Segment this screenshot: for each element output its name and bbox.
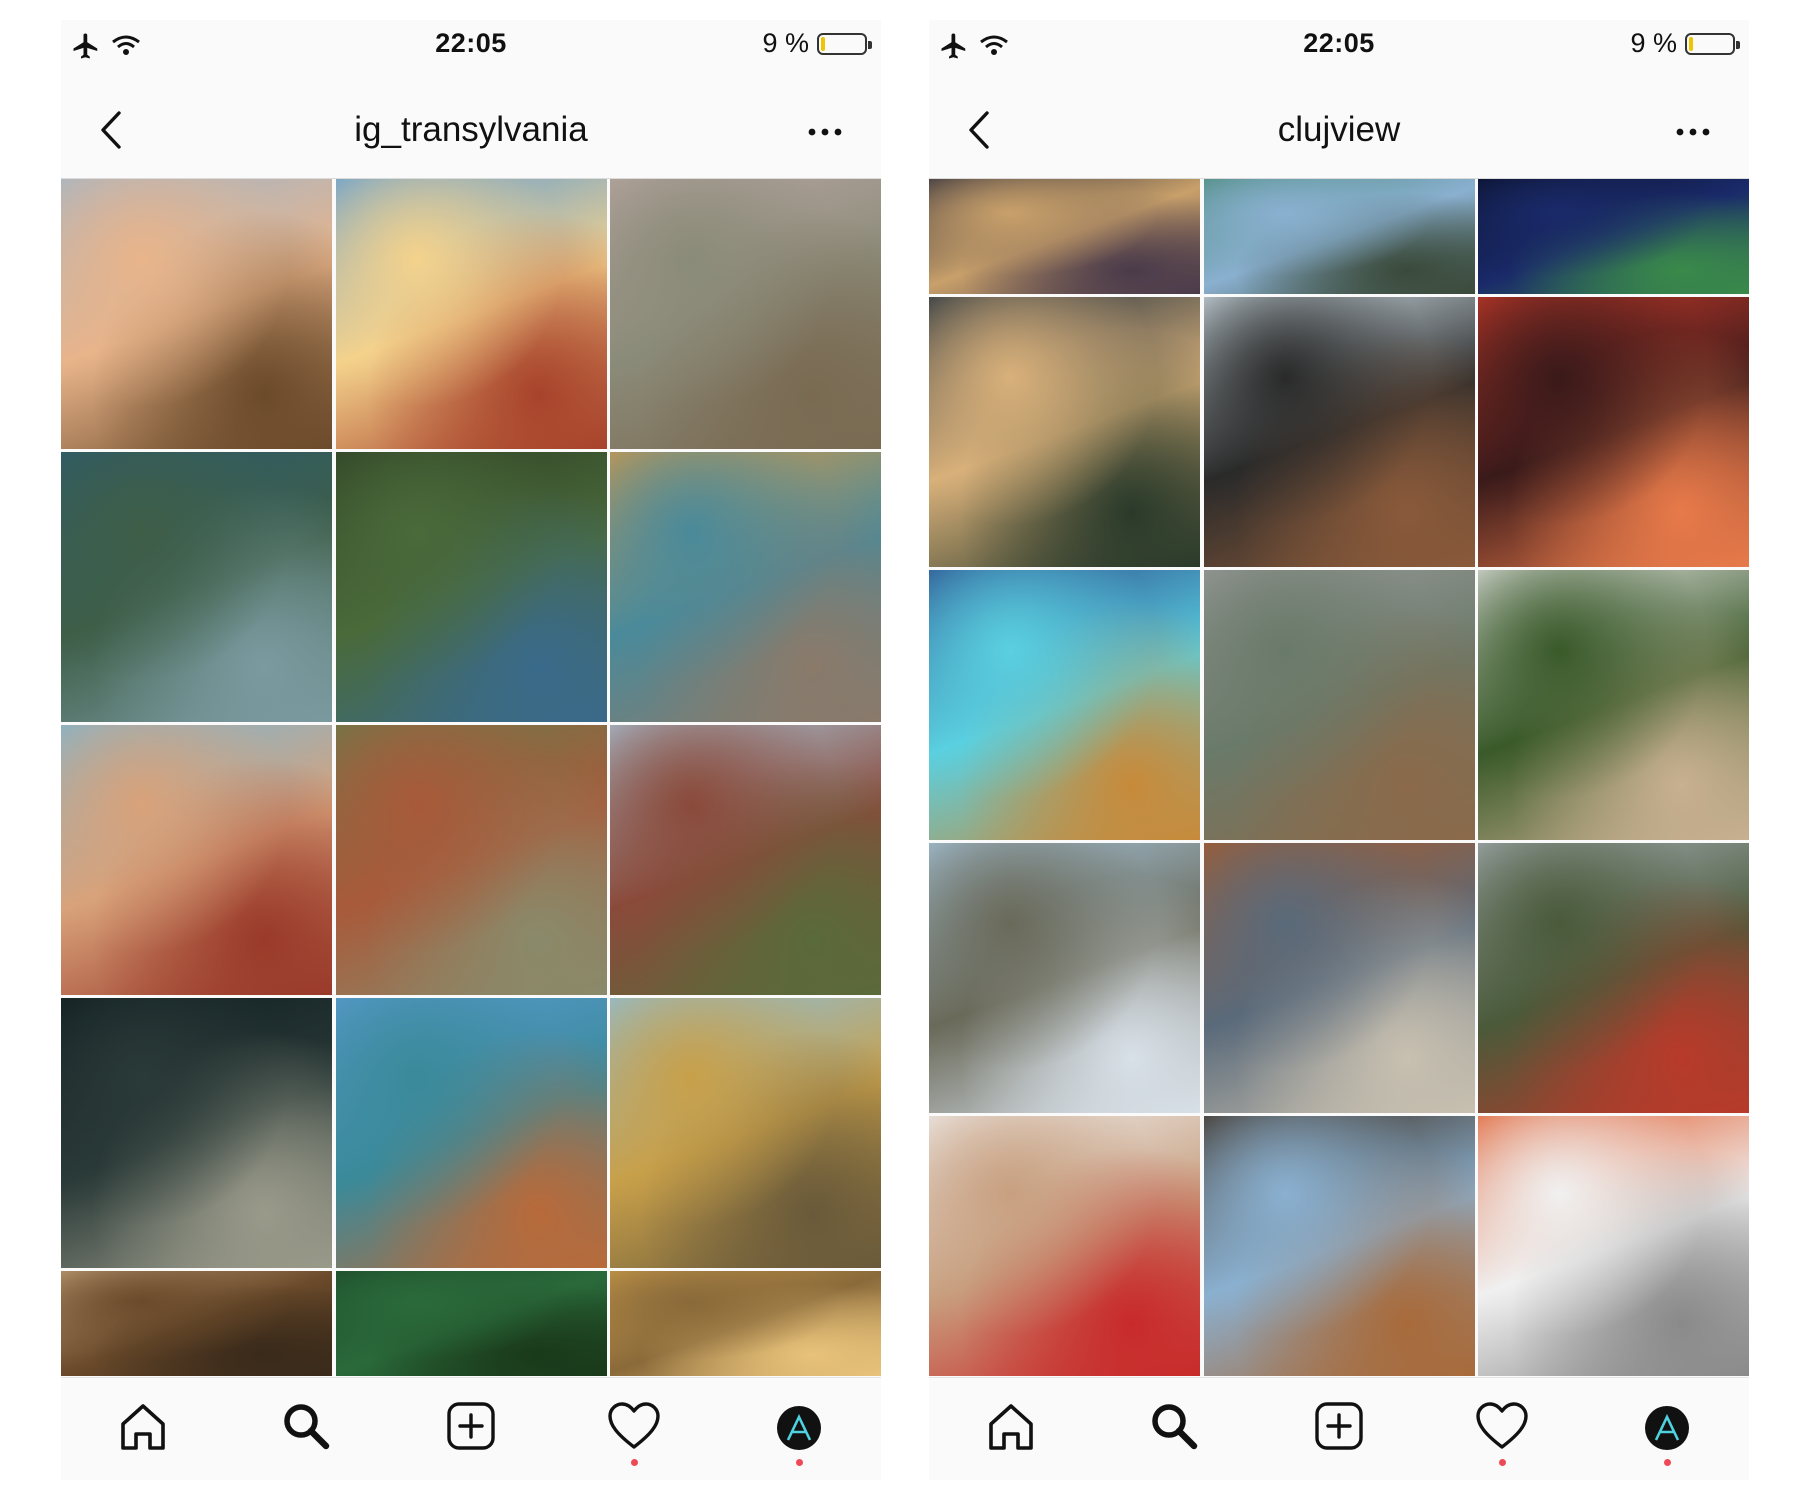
activity-notification-dot bbox=[630, 1459, 638, 1466]
photo-thumbnail[interactable] bbox=[1204, 843, 1475, 1113]
activity-notification-dot bbox=[1498, 1459, 1506, 1466]
photo-thumbnail[interactable] bbox=[336, 452, 607, 722]
photo-thumbnail[interactable] bbox=[1478, 1116, 1749, 1376]
photo-thumbnail[interactable] bbox=[336, 998, 607, 1268]
photo-thumbnail[interactable] bbox=[336, 1271, 607, 1376]
more-horizontal-icon bbox=[808, 123, 842, 141]
photo-thumbnail[interactable] bbox=[61, 725, 332, 995]
profile-notification-dot bbox=[1663, 1459, 1671, 1466]
photo-thumbnail[interactable] bbox=[929, 1116, 1200, 1376]
bottom-tab-bar bbox=[929, 1377, 1749, 1480]
photo-thumbnail[interactable] bbox=[1204, 1116, 1475, 1376]
photo-thumbnail[interactable] bbox=[336, 725, 607, 995]
profile-avatar-icon bbox=[777, 1406, 821, 1450]
tab-search[interactable] bbox=[256, 1386, 356, 1470]
page-title: clujview bbox=[1277, 110, 1401, 149]
photo-thumbnail[interactable] bbox=[1478, 297, 1749, 567]
search-icon bbox=[280, 1400, 332, 1457]
clock-time: 22:05 bbox=[1303, 28, 1375, 58]
tab-new-post[interactable] bbox=[421, 1386, 521, 1470]
tab-search[interactable] bbox=[1124, 1386, 1224, 1470]
tab-home[interactable] bbox=[961, 1386, 1061, 1470]
status-bar: 22:05 9 % bbox=[61, 20, 881, 82]
search-icon bbox=[1148, 1400, 1200, 1457]
photo-thumbnail[interactable] bbox=[1478, 179, 1749, 294]
photo-thumbnail[interactable] bbox=[1478, 570, 1749, 840]
phone-screen-ig-transylvania: 22:05 9 % ig_transylvania bbox=[61, 20, 881, 1480]
home-icon bbox=[117, 1400, 169, 1457]
more-options-button[interactable] bbox=[795, 104, 855, 160]
photo-thumbnail[interactable] bbox=[929, 179, 1200, 294]
photo-thumbnail[interactable] bbox=[929, 297, 1200, 567]
photo-thumbnail[interactable] bbox=[61, 452, 332, 722]
profile-avatar-icon bbox=[1645, 1406, 1689, 1450]
tab-new-post[interactable] bbox=[1289, 1386, 1389, 1470]
battery-percentage: 9 % bbox=[762, 28, 809, 58]
tab-profile[interactable] bbox=[749, 1386, 849, 1470]
photo-thumbnail[interactable] bbox=[61, 998, 332, 1268]
photo-thumbnail[interactable] bbox=[1204, 179, 1475, 294]
photo-thumbnail[interactable] bbox=[1478, 843, 1749, 1113]
photo-thumbnail[interactable] bbox=[336, 179, 607, 449]
page-title: ig_transylvania bbox=[354, 110, 588, 149]
battery-icon bbox=[1685, 32, 1740, 55]
home-icon bbox=[985, 1400, 1037, 1457]
profile-header: ig_transylvania bbox=[61, 86, 881, 179]
add-post-icon bbox=[445, 1400, 497, 1457]
photo-thumbnail[interactable] bbox=[929, 570, 1200, 840]
photo-thumbnail[interactable] bbox=[1204, 570, 1475, 840]
more-options-button[interactable] bbox=[1663, 104, 1723, 160]
profile-header: clujview bbox=[929, 86, 1749, 179]
bottom-tab-bar bbox=[61, 1377, 881, 1480]
battery-icon bbox=[817, 32, 872, 55]
photo-thumbnail[interactable] bbox=[929, 843, 1200, 1113]
tab-profile[interactable] bbox=[1617, 1386, 1717, 1470]
photo-thumbnail[interactable] bbox=[610, 452, 881, 722]
photo-thumbnail[interactable] bbox=[1204, 297, 1475, 567]
photo-thumbnail[interactable] bbox=[610, 179, 881, 449]
tab-home[interactable] bbox=[93, 1386, 193, 1470]
add-post-icon bbox=[1313, 1400, 1365, 1457]
photo-thumbnail[interactable] bbox=[610, 1271, 881, 1376]
photo-thumbnail[interactable] bbox=[610, 725, 881, 995]
more-horizontal-icon bbox=[1676, 123, 1710, 141]
tab-activity[interactable] bbox=[1452, 1386, 1552, 1470]
photo-thumbnail[interactable] bbox=[610, 998, 881, 1268]
tab-activity[interactable] bbox=[584, 1386, 684, 1470]
heart-icon bbox=[1475, 1401, 1529, 1456]
photo-thumbnail[interactable] bbox=[61, 1271, 332, 1376]
clock-time: 22:05 bbox=[435, 28, 507, 58]
photo-thumbnail[interactable] bbox=[61, 179, 332, 449]
phone-screen-clujview: 22:05 9 % clujview bbox=[929, 20, 1749, 1480]
heart-icon bbox=[607, 1401, 661, 1456]
profile-notification-dot bbox=[795, 1459, 803, 1466]
status-bar: 22:05 9 % bbox=[929, 20, 1749, 82]
battery-percentage: 9 % bbox=[1630, 28, 1677, 58]
